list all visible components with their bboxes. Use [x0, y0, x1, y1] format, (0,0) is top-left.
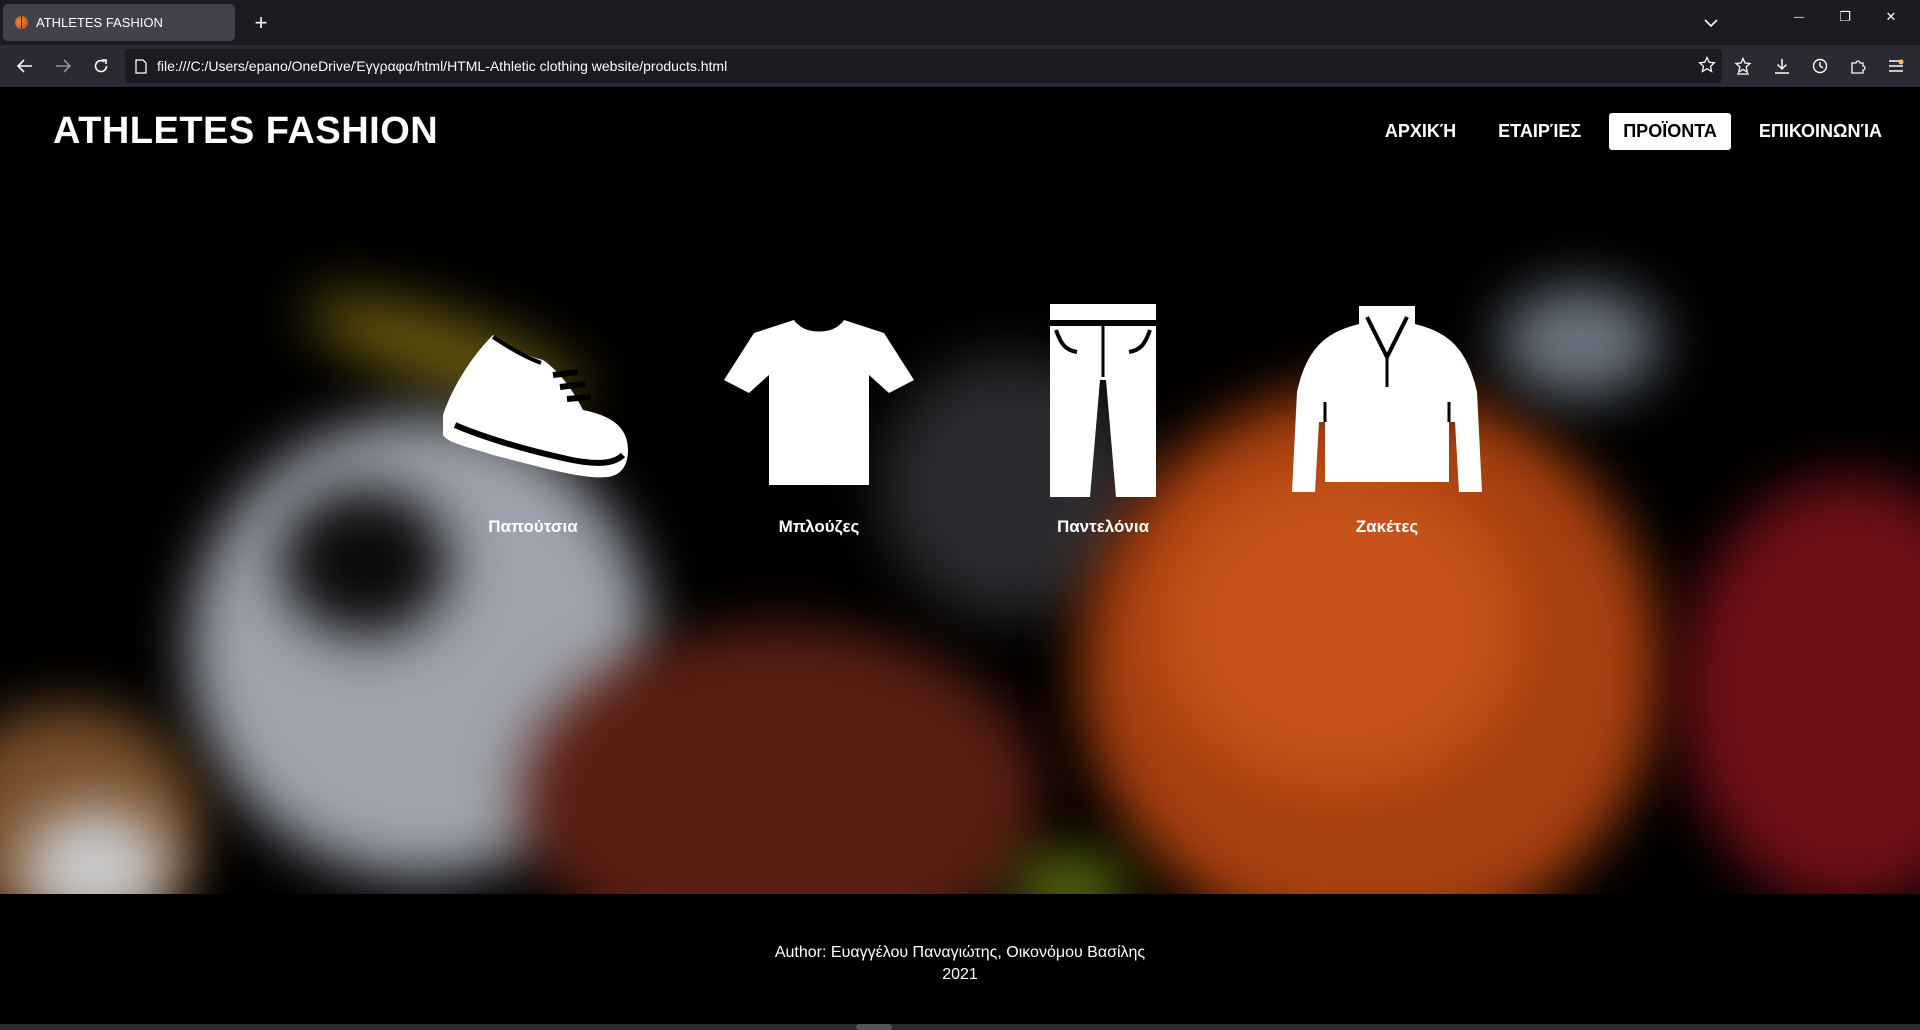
hero-background: ATHLETES FASHION ΑΡΧΙΚΉ ΕΤΑΙΡΊΕΣ ΠΡΟΪΟΝΤ…: [0, 87, 1920, 894]
minimize-icon: —: [1794, 11, 1804, 23]
list-all-tabs-button[interactable]: [1696, 8, 1726, 38]
tshirt-icon[interactable]: [694, 302, 944, 502]
product-categories: Παπούτσια Μπλούζες Παντελόνια Ζακέτες: [0, 302, 1920, 662]
product-label[interactable]: Παπούτσια: [408, 517, 658, 537]
pants-icon[interactable]: [978, 302, 1228, 502]
close-window-button[interactable]: ✕: [1868, 0, 1914, 34]
downloads-button[interactable]: [1767, 51, 1797, 81]
nav-link-products[interactable]: ΠΡΟΪΟΝΤΑ: [1609, 113, 1731, 150]
scrollbar-thumb[interactable]: [856, 1024, 892, 1030]
site-nav: ΑΡΧΙΚΉ ΕΤΑΙΡΊΕΣ ΠΡΟΪΟΝΤΑ ΕΠΙΚΟΙΝΩΝΊΑ: [1371, 113, 1896, 150]
chevron-down-icon: [1704, 18, 1718, 27]
arrow-left-icon: [17, 59, 32, 73]
star-list-icon: [1734, 57, 1752, 75]
restore-icon: ❐: [1839, 9, 1851, 24]
product-shirts[interactable]: Μπλούζες: [694, 302, 944, 537]
minimize-button[interactable]: —: [1776, 0, 1822, 34]
product-shoes[interactable]: Παπούτσια: [408, 302, 658, 537]
product-pants[interactable]: Παντελόνια: [978, 302, 1228, 537]
browser-toolbar: file:///C:/Users/epano/OneDrive/Έγγραφα/…: [0, 45, 1920, 87]
bookmarks-button[interactable]: [1728, 51, 1758, 81]
nav-link-home[interactable]: ΑΡΧΙΚΉ: [1371, 113, 1470, 150]
browser-tab[interactable]: ATHLETES FASHION: [3, 4, 235, 41]
address-bar[interactable]: file:///C:/Users/epano/OneDrive/Έγγραφα/…: [125, 49, 1722, 83]
web-page: ATHLETES FASHION ΑΡΧΙΚΉ ΕΤΑΙΡΊΕΣ ΠΡΟΪΟΝΤ…: [0, 87, 1920, 1030]
product-jackets[interactable]: Ζακέτες: [1262, 302, 1512, 537]
reload-button[interactable]: [86, 51, 116, 81]
puzzle-icon: [1851, 60, 1866, 74]
back-button[interactable]: [10, 51, 40, 81]
clock-icon: [1812, 58, 1828, 74]
menu-button[interactable]: [1881, 51, 1911, 81]
product-label[interactable]: Μπλούζες: [694, 517, 944, 537]
nav-link-contact[interactable]: ΕΠΙΚΟΙΝΩΝΊΑ: [1745, 113, 1896, 150]
product-label[interactable]: Ζακέτες: [1262, 517, 1512, 537]
site-header: ATHLETES FASHION ΑΡΧΙΚΉ ΕΤΑΙΡΊΕΣ ΠΡΟΪΟΝΤ…: [0, 87, 1920, 177]
restore-button[interactable]: ❐: [1822, 0, 1868, 34]
page-icon: [135, 58, 147, 74]
footer-author: Author: Ευαγγέλου Παναγιώτης, Οικονόμου …: [774, 944, 1146, 961]
nav-link-companies[interactable]: ΕΤΑΙΡΊΕΣ: [1484, 113, 1595, 150]
browser-tab-bar: ATHLETES FASHION + — ❐ ✕: [0, 0, 1920, 45]
jacket-icon[interactable]: [1262, 302, 1512, 502]
reload-icon: [94, 59, 108, 73]
extensions-button[interactable]: [1843, 51, 1873, 81]
history-button[interactable]: [1805, 51, 1835, 81]
hamburger-menu-icon: [1889, 59, 1904, 72]
new-tab-button[interactable]: +: [246, 8, 276, 38]
forward-button[interactable]: [48, 51, 78, 81]
url-text: file:///C:/Users/epano/OneDrive/Έγγραφα/…: [157, 58, 728, 74]
site-title[interactable]: ATHLETES FASHION: [53, 110, 438, 153]
product-label[interactable]: Παντελόνια: [978, 517, 1228, 537]
basketball-favicon-icon: [15, 16, 28, 29]
horizontal-scrollbar[interactable]: [0, 1024, 1920, 1030]
tab-title: ATHLETES FASHION: [36, 15, 163, 30]
bookmark-star-icon[interactable]: [1698, 55, 1716, 79]
arrow-right-icon: [56, 59, 71, 73]
download-icon: [1775, 59, 1789, 74]
shoe-icon[interactable]: [408, 302, 658, 502]
site-footer: Author: Ευαγγέλου Παναγιώτης, Οικονόμου …: [0, 894, 1920, 1030]
footer-year: 2021: [942, 966, 978, 983]
close-icon: ✕: [1885, 9, 1897, 24]
